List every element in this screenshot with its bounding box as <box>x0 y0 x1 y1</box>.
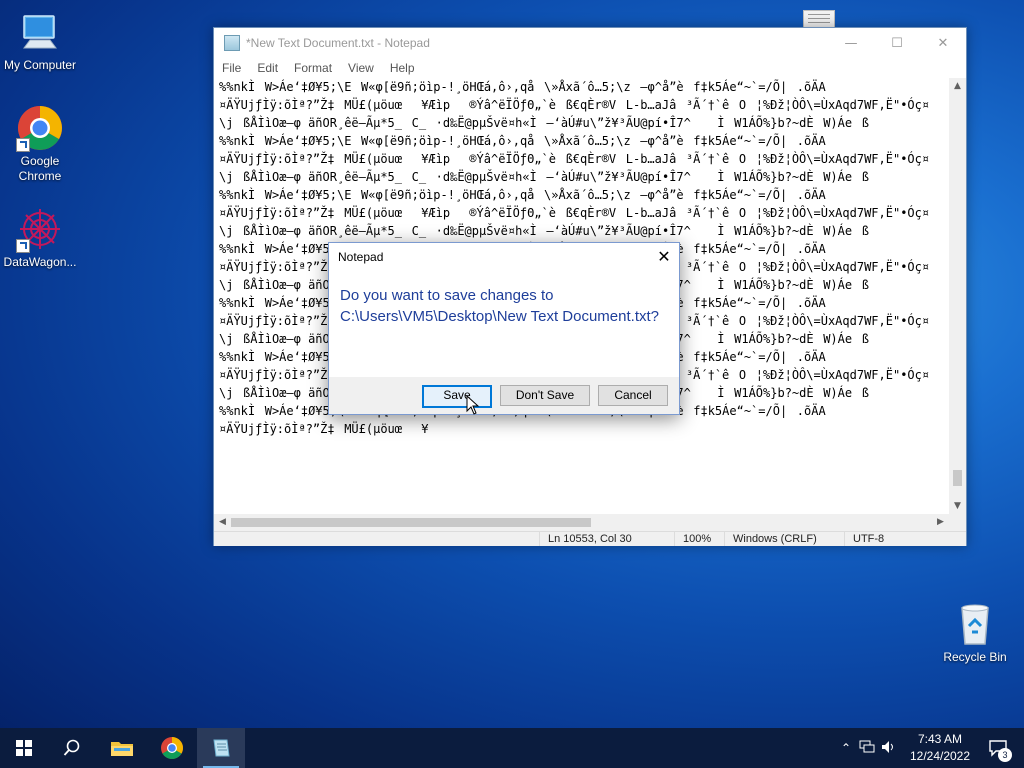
line-ending: Windows (CRLF) <box>724 532 817 546</box>
scroll-down-icon[interactable]: ▼ <box>949 498 966 514</box>
dialog-button-bar: Save Don't Save Cancel <box>329 377 679 414</box>
windows-logo-icon <box>16 740 32 756</box>
shortcut-arrow-icon <box>16 138 30 152</box>
menu-edit[interactable]: Edit <box>249 61 286 75</box>
volume-icon[interactable] <box>878 740 900 757</box>
dont-save-button[interactable]: Don't Save <box>500 385 590 406</box>
computer-icon <box>16 8 64 56</box>
maximize-button[interactable]: ☐ <box>874 28 920 58</box>
text-line: %%nkÌW>Áe‘‡Ø­¥5;\EW«φ[ë9ñ;öìp-!¸öHŒá,ô… <box>219 80 836 94</box>
status-bar: Ln 10553, Col 30 100% Windows (CRLF) UTF… <box>214 531 966 546</box>
menu-file[interactable]: File <box>214 61 249 75</box>
shortcut-arrow-icon <box>16 239 30 253</box>
system-tray: ⌃ <box>836 728 900 768</box>
notification-count-badge: 3 <box>998 748 1012 762</box>
search-icon <box>63 739 80 756</box>
scroll-thumb[interactable] <box>231 518 591 527</box>
desktop-icon-label: Recycle Bin <box>943 650 1007 664</box>
notification-center-button[interactable]: 3 <box>978 728 1018 768</box>
cursor-position: Ln 10553, Col 30 <box>539 532 632 546</box>
desktop-icon-recycle-bin[interactable]: Recycle Bin <box>935 600 1015 665</box>
dialog-message: Do you want to save changes to C:\Users\… <box>340 287 659 325</box>
clock-time: 7:43 AM <box>917 732 963 746</box>
text-line: \jßÅÌìOæ—φ äñOR¸êë—Ãµ*5_C_·d‰Ë@pµŠvë¤… <box>219 224 869 238</box>
vertical-scrollbar[interactable]: ▲ ▼ <box>949 78 966 514</box>
recycle-bin-icon <box>951 600 999 648</box>
desktop-icon-my-computer[interactable]: My Computer <box>0 8 80 73</box>
dialog-title-bar[interactable]: Notepad ✕ <box>329 243 679 271</box>
text-line: \jßÅÌìOæ—φ äñOR¸êë—Ãµ*5_C_·d‰Ë@pµŠvë¤… <box>219 116 869 130</box>
cancel-button[interactable]: Cancel <box>598 385 668 406</box>
notepad-icon <box>213 739 230 757</box>
close-icon[interactable]: ✕ <box>649 247 679 267</box>
text-line: ¤ÄŸUjƒÌÿ:õÌª?”Ž‡MÜ£(µöuœ¥Æìp®Ýâ^ëÏÖ… <box>219 152 930 166</box>
network-icon[interactable] <box>856 740 878 757</box>
resize-grip[interactable] <box>949 514 966 531</box>
datawagon-icon <box>16 205 64 253</box>
clock[interactable]: 7:43 AM 12/24/2022 <box>900 731 980 765</box>
menu-bar: File Edit Format View Help <box>214 58 966 78</box>
menu-view[interactable]: View <box>340 61 382 75</box>
window-title: *New Text Document.txt - Notepad <box>246 36 430 50</box>
encoding: UTF-8 <box>844 532 884 546</box>
file-explorer-icon <box>111 742 133 756</box>
zoom-level: 100% <box>674 532 711 546</box>
text-line: ¤ÄŸUjƒÌÿ:õÌª?”Ž‡MÜ£(µöuœ¥Æìp®Ýâ^ëÏÖ… <box>219 98 930 112</box>
close-button[interactable]: ✕ <box>920 28 966 58</box>
text-line: \jßÅÌìOæ—φ äñOR¸êë—Ãµ*5_C_·d‰Ë@pµŠvë¤… <box>219 170 869 184</box>
notepad-icon <box>224 35 240 51</box>
chevron-up-icon[interactable]: ⌃ <box>836 741 856 755</box>
chrome-icon <box>161 737 183 759</box>
clock-date: 12/24/2022 <box>909 749 971 763</box>
scroll-left-icon[interactable]: ◀ <box>214 514 231 531</box>
horizontal-scrollbar[interactable]: ◀ ▶ <box>214 514 949 531</box>
file-explorer-button[interactable] <box>98 728 146 768</box>
title-bar[interactable]: *New Text Document.txt - Notepad — ☐ ✕ <box>214 28 966 58</box>
text-line: %%nkÌW>Áe‘‡Ø­¥5;\EW«φ[ë9ñ;öìp-!¸öHŒá,ô… <box>219 134 836 148</box>
save-button[interactable]: Save <box>422 385 492 408</box>
menu-format[interactable]: Format <box>286 61 340 75</box>
scroll-right-icon[interactable]: ▶ <box>932 514 949 531</box>
search-button[interactable] <box>48 728 96 768</box>
desktop-icon-label: DataWagon... <box>3 255 77 269</box>
scroll-thumb[interactable] <box>953 470 962 486</box>
save-changes-dialog: Notepad ✕ Do you want to save changes to… <box>328 242 680 415</box>
desktop-icon-label: Google Chrome <box>18 154 62 183</box>
text-line: %%nkÌW>Áe‘‡Ø­¥5;\EW«φ[ë9ñ;öìp-!¸öHŒá,ô… <box>219 188 836 202</box>
chrome-icon <box>16 104 64 152</box>
scroll-up-icon[interactable]: ▲ <box>949 78 966 94</box>
desktop-icon-datawagon[interactable]: DataWagon... <box>0 205 80 270</box>
text-line: ¤ÄŸUjƒÌÿ:õÌª?”Ž‡MÜ£(µöuœ¥ <box>219 422 429 436</box>
mouse-cursor-icon <box>466 395 480 415</box>
notepad-taskbar-button[interactable] <box>197 728 245 768</box>
desktop-icon-label: My Computer <box>3 58 77 72</box>
menu-help[interactable]: Help <box>382 61 423 75</box>
desktop-icon-chrome[interactable]: Google Chrome <box>0 104 80 184</box>
text-line: ¤ÄŸUjƒÌÿ:õÌª?”Ž‡MÜ£(µöuœ¥Æìp®Ýâ^ëÏÖ… <box>219 206 930 220</box>
minimize-button[interactable]: — <box>828 28 874 58</box>
chrome-taskbar-button[interactable] <box>148 728 196 768</box>
start-button[interactable] <box>0 728 48 768</box>
dialog-title: Notepad <box>338 250 384 264</box>
taskbar: ⌃ 7:43 AM 12/24/2022 3 <box>0 728 1024 768</box>
